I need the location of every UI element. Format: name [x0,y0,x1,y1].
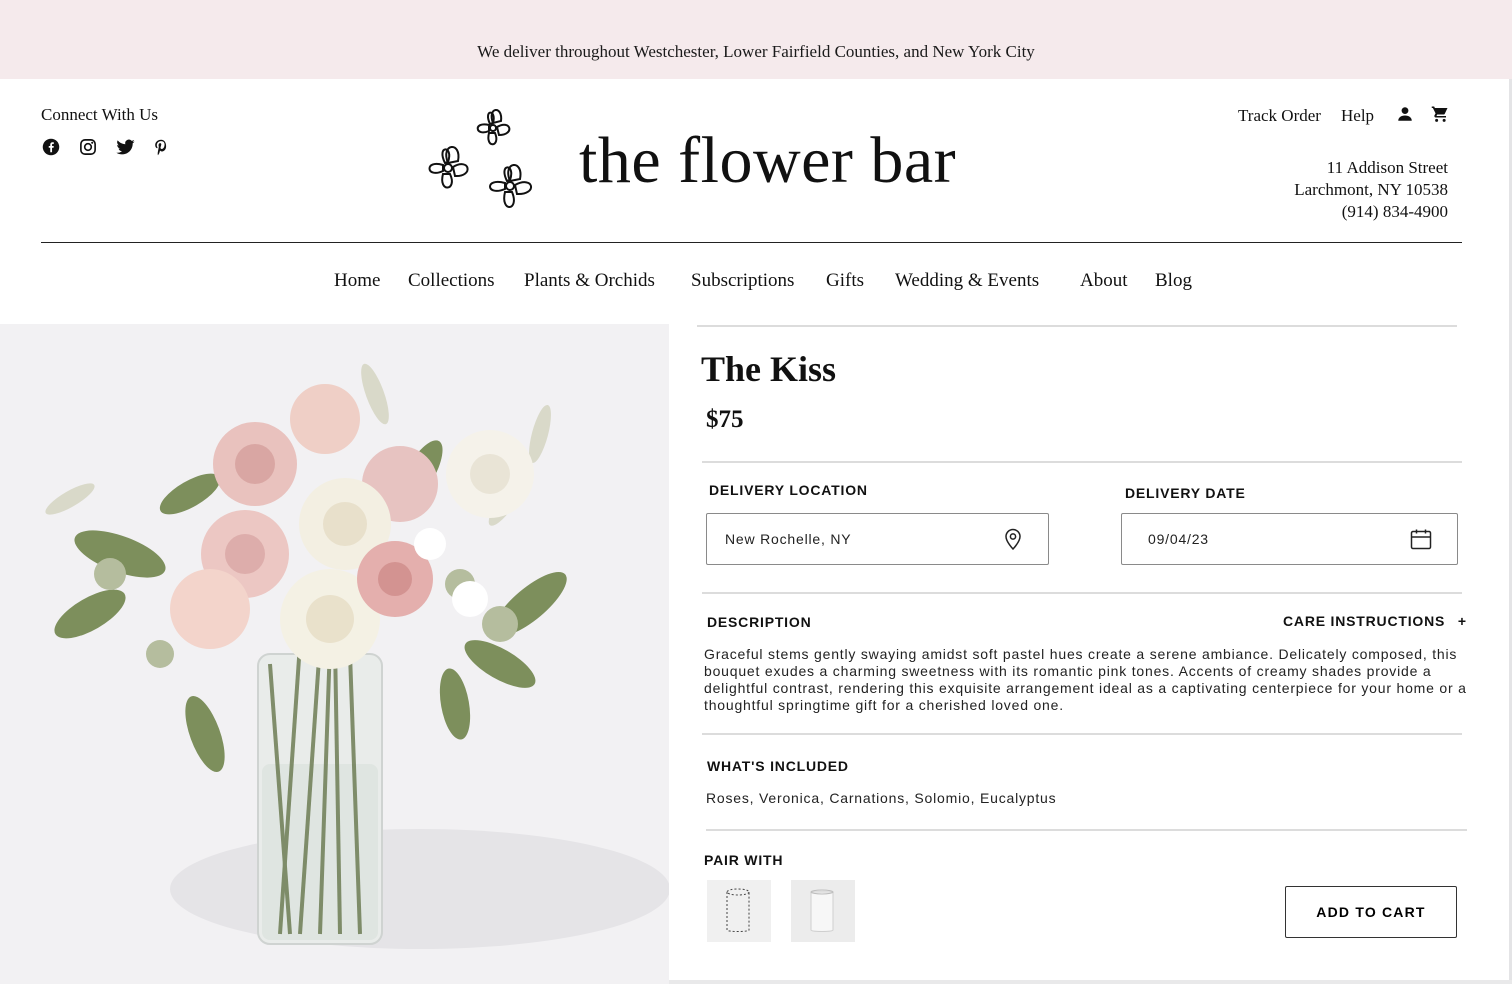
nav-wedding-events[interactable]: Wedding & Events [895,270,1039,292]
location-pin-icon[interactable] [1001,527,1025,551]
pair-with-label: PAIR WITH [704,852,784,868]
help-link[interactable]: Help [1341,106,1374,126]
product-title: The Kiss [701,349,837,389]
add-to-cart-button[interactable]: ADD TO CART [1285,886,1457,938]
delivery-date-label: DELIVERY DATE [1125,485,1246,501]
announcement-text: We deliver throughout Westchester, Lower… [477,42,1035,61]
account-icon[interactable] [1396,105,1414,123]
flower-logo-icon[interactable] [418,103,548,224]
store-address-city: Larchmont, NY 10538 [1294,180,1448,199]
delivery-divider [702,592,1462,594]
twitter-icon[interactable] [115,137,135,157]
facebook-icon[interactable] [41,137,61,157]
nav-plants-orchids[interactable]: Plants & Orchids [524,270,655,292]
description-divider [702,733,1462,735]
store-address-street: 11 Addison Street [1326,158,1448,177]
nav-gifts[interactable]: Gifts [826,270,864,292]
description-tab[interactable]: DESCRIPTION [707,614,811,630]
calendar-icon[interactable] [1409,527,1433,551]
care-instructions-label: CARE INSTRUCTIONS [1283,613,1446,629]
store-phone[interactable]: (914) 834-4900 [1342,202,1448,222]
nav-collections[interactable]: Collections [408,270,495,292]
brand-wordmark[interactable]: the flower bar [579,128,956,194]
care-instructions-tab[interactable]: CARE INSTRUCTIONS + [1283,613,1467,629]
delivery-date-value: 09/04/23 [1148,531,1209,547]
product-description: Graceful stems gently swaying amidst sof… [704,646,1467,713]
included-divider [706,829,1467,831]
product-price: $75 [706,406,744,433]
details-top-divider [697,325,1457,327]
instagram-icon[interactable] [78,137,98,157]
expand-plus-icon: + [1457,613,1467,629]
delivery-location-label: DELIVERY LOCATION [709,482,868,498]
track-order-link[interactable]: Track Order [1238,106,1321,126]
announcement-banner: We deliver throughout Westchester, Lower… [0,0,1512,79]
delivery-location-value: New Rochelle, NY [725,531,852,547]
nav-subscriptions[interactable]: Subscriptions [691,270,794,292]
header-divider [41,242,1462,243]
whats-included-label: WHAT'S INCLUDED [707,758,849,774]
nav-blog[interactable]: Blog [1155,270,1192,292]
pair-item-glass-vase[interactable] [791,880,855,942]
whats-included-list: Roses, Veronica, Carnations, Solomio, Eu… [706,790,1057,806]
delivery-date-input[interactable]: 09/04/23 [1121,513,1458,565]
nav-home[interactable]: Home [334,270,380,292]
cart-icon[interactable] [1431,105,1449,123]
nav-about[interactable]: About [1080,270,1128,292]
pair-item-vase-outline[interactable] [707,880,771,942]
connect-with-us-label: Connect With Us [41,105,159,124]
delivery-location-input[interactable]: New Rochelle, NY [706,513,1049,565]
price-divider [702,461,1462,463]
pinterest-icon[interactable] [151,137,171,157]
page-bottom-edge [669,980,1512,984]
product-image [0,324,669,984]
